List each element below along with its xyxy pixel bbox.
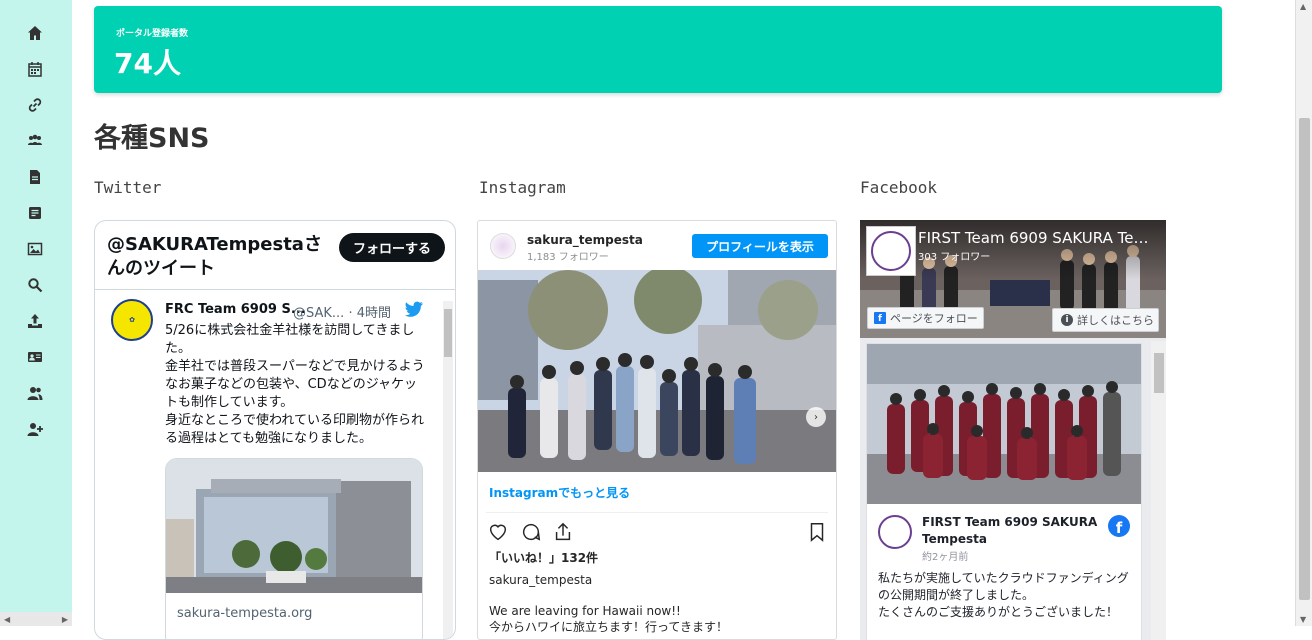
twitter-timeline-widget[interactable]: @SAKURATempestaさんのツイート フォローする ✿ FRC Team… xyxy=(94,220,456,640)
twitter-bird-icon[interactable] xyxy=(404,301,423,321)
facebook-scroll-thumb[interactable] xyxy=(1154,353,1164,393)
share-icon[interactable] xyxy=(551,520,575,544)
facebook-post-time[interactable]: 約2ヶ月前 xyxy=(922,548,968,563)
stat-label: ポータル登録者数 xyxy=(116,29,189,39)
facebook-cover-photo[interactable]: FIRST Team 6909 SAKURA Tempesta 303 フォロワ… xyxy=(860,220,1166,338)
facebook-feed[interactable]: FIRST Team 6909 SAKURA Tempesta 約2ヶ月前 f … xyxy=(860,338,1166,640)
add-user-icon[interactable] xyxy=(26,420,44,438)
facebook-column-title: Facebook xyxy=(860,178,938,197)
facebook-post-avatar[interactable] xyxy=(878,515,912,549)
instagram-caption: We are leaving for Hawaii now!! 今からハワイに旅… xyxy=(489,604,729,634)
facebook-page-plugin[interactable]: FIRST Team 6909 SAKURA Tempesta 303 フォロワ… xyxy=(860,220,1166,640)
facebook-logo-icon[interactable]: f xyxy=(1108,515,1130,537)
stat-value: 74人 xyxy=(114,47,181,80)
tweet-author-handle[interactable]: @SAK... · 4時間 xyxy=(293,302,391,321)
calendar-icon[interactable] xyxy=(26,60,44,78)
users-icon[interactable] xyxy=(26,384,44,402)
search-icon[interactable] xyxy=(26,276,44,294)
upload-icon[interactable] xyxy=(26,312,44,330)
image-icon[interactable] xyxy=(26,240,44,258)
facebook-small-icon: f xyxy=(874,312,886,324)
link-icon[interactable] xyxy=(26,96,44,114)
facebook-page-name[interactable]: FIRST Team 6909 SAKURA Tempesta xyxy=(918,229,1158,247)
home-icon[interactable] xyxy=(26,24,44,42)
twitter-scroll-thumb[interactable] xyxy=(444,309,452,357)
twitter-header[interactable]: @SAKURATempestaさんのツイート xyxy=(107,233,337,281)
tweet-link-card[interactable]: sakura-tempesta.org xyxy=(165,458,423,639)
heart-icon[interactable] xyxy=(486,520,510,544)
divider xyxy=(95,289,455,290)
facebook-follow-button[interactable]: f ページをフォロー xyxy=(867,307,984,329)
sidebar-hscroll[interactable]: ◀ ▶ xyxy=(0,612,72,626)
document-icon[interactable] xyxy=(26,168,44,186)
tweet-avatar[interactable]: ✿ xyxy=(111,299,153,341)
next-photo-icon[interactable]: › xyxy=(806,407,826,427)
instagram-followers: 1,183 フォロワー xyxy=(527,252,609,263)
instagram-more-link[interactable]: Instagramでもっと見る xyxy=(489,484,630,501)
page-scrollbar[interactable]: ▲ ▼ xyxy=(1295,0,1312,626)
scroll-up-icon[interactable]: ▲ xyxy=(1300,2,1306,11)
instagram-profile-button[interactable]: プロフィールを表示 xyxy=(692,234,828,258)
bookmark-icon[interactable] xyxy=(805,520,829,544)
twitter-column-title: Twitter xyxy=(94,178,162,197)
instagram-column-title: Instagram xyxy=(479,178,566,197)
sns-section-title: 各種SNS xyxy=(94,123,210,154)
portal-registrations-card: ポータル登録者数 74人 xyxy=(94,6,1222,93)
facebook-follow-label: ページをフォロー xyxy=(890,312,978,325)
instagram-likes[interactable]: 「いいね！」132件 xyxy=(489,549,598,566)
team-icon[interactable] xyxy=(26,132,44,150)
instagram-embed[interactable]: sakura_tempesta 1,183 フォロワー プロフィールを表示 › … xyxy=(477,220,837,640)
info-icon: i xyxy=(1061,314,1073,326)
scroll-down-icon[interactable]: ▼ xyxy=(1300,615,1306,624)
facebook-info-label: 詳しくはこちら xyxy=(1077,314,1154,327)
instagram-post-owner[interactable]: sakura_tempesta xyxy=(489,573,592,587)
facebook-post[interactable]: FIRST Team 6909 SAKURA Tempesta 約2ヶ月前 f … xyxy=(866,343,1142,640)
list-icon[interactable] xyxy=(26,204,44,222)
scroll-right-icon[interactable]: ▶ xyxy=(62,615,68,624)
tweet-card-image[interactable] xyxy=(166,459,422,593)
tweet-card-url[interactable]: sakura-tempesta.org xyxy=(177,606,312,621)
tweet-author-name[interactable]: FRC Team 6909 S... xyxy=(165,302,306,317)
instagram-username[interactable]: sakura_tempesta xyxy=(527,233,643,247)
sidebar: ◀ ▶ xyxy=(0,0,72,626)
facebook-post-text: 私たちが実施していたクラウドファンディングの公開期間が終了しました。 たくさんの… xyxy=(878,571,1129,619)
facebook-page-logo[interactable] xyxy=(866,226,916,276)
instagram-avatar[interactable] xyxy=(490,233,516,259)
facebook-followers: 303 フォロワー xyxy=(918,252,991,263)
instagram-photo[interactable]: › xyxy=(478,270,836,472)
tweet-text: 5/26に株式会社金羊社様を訪問してきました。 金羊社では普段スーパーなどで見か… xyxy=(165,323,425,446)
twitter-scrollbar[interactable] xyxy=(443,301,453,639)
facebook-scrollbar[interactable] xyxy=(1151,341,1166,640)
divider xyxy=(486,512,828,513)
scroll-thumb[interactable] xyxy=(1299,118,1310,600)
twitter-follow-button[interactable]: フォローする xyxy=(339,233,445,262)
scroll-left-icon[interactable]: ◀ xyxy=(4,615,10,624)
facebook-info-button[interactable]: i 詳しくはこちら xyxy=(1052,308,1159,332)
facebook-post-author[interactable]: FIRST Team 6909 SAKURA Tempesta xyxy=(922,514,1102,548)
id-card-icon[interactable] xyxy=(26,348,44,366)
comment-icon[interactable] xyxy=(519,520,543,544)
facebook-post-photo[interactable] xyxy=(867,344,1141,504)
